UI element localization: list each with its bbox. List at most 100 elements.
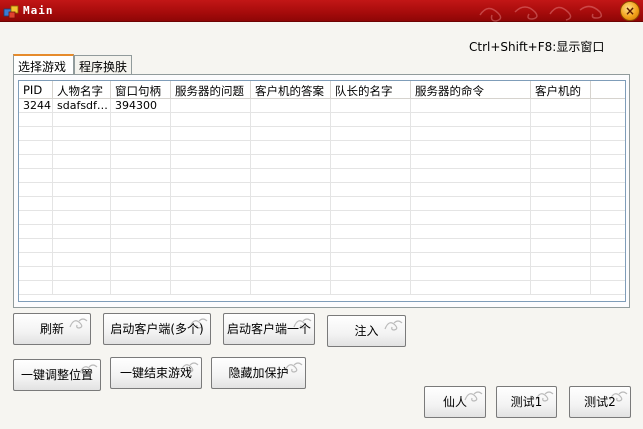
xianren-button[interactable]: 仙人 [424, 386, 486, 418]
test1-button[interactable]: 测试1 [496, 386, 557, 418]
column-header-server-question[interactable]: 服务器的问题 [171, 81, 251, 99]
column-header-character-name[interactable]: 人物名字 [53, 81, 111, 99]
table-cell [331, 211, 411, 225]
table-cell [411, 239, 531, 253]
test2-label: 测试2 [584, 395, 616, 409]
table-cell [111, 169, 171, 183]
start-client-one-button[interactable]: 启动客户端一个 [223, 313, 315, 345]
table-cell [591, 169, 625, 183]
table-row[interactable] [19, 267, 625, 281]
table-cell: 394300 [111, 99, 171, 113]
cloud-pattern-decoration [479, 5, 603, 22]
hide-protect-button[interactable]: 隐藏加保护 [211, 357, 306, 389]
table-cell [251, 155, 331, 169]
table-cell [531, 281, 591, 295]
table-cell [171, 239, 251, 253]
table-cell [591, 211, 625, 225]
table-cell: sdafsdf… [53, 99, 111, 113]
close-icon: × [624, 4, 636, 18]
table-cell [531, 211, 591, 225]
table-row[interactable] [19, 239, 625, 253]
table-cell [531, 267, 591, 281]
adjust-position-button[interactable]: 一键调整位置 [13, 359, 101, 391]
table-cell [591, 113, 625, 127]
table-row[interactable] [19, 169, 625, 183]
table-cell [19, 113, 53, 127]
table-cell [591, 197, 625, 211]
table-cell [53, 239, 111, 253]
table-row[interactable] [19, 281, 625, 295]
table-cell [171, 225, 251, 239]
table-row[interactable] [19, 225, 625, 239]
table-cell [531, 253, 591, 267]
table-row[interactable] [19, 127, 625, 141]
table-row[interactable] [19, 141, 625, 155]
test2-button[interactable]: 测试2 [569, 386, 631, 418]
table-cell [19, 155, 53, 169]
table-cell [411, 169, 531, 183]
column-header-leader-name[interactable]: 队长的名字 [331, 81, 411, 99]
start-clients-multi-button[interactable]: 启动客户端(多个) [103, 313, 211, 345]
table-cell [111, 197, 171, 211]
table-cell [411, 211, 531, 225]
table-cell [19, 281, 53, 295]
table-row[interactable] [19, 183, 625, 197]
refresh-button[interactable]: 刷新 [13, 313, 91, 345]
column-header-blank[interactable] [591, 81, 625, 99]
table-cell [53, 141, 111, 155]
start-client-one-label: 启动客户端一个 [226, 322, 311, 336]
main-window: Main × Ctrl+Shift+F8:显示窗口 选择游戏 程序换肤 PID … [0, 0, 643, 429]
column-header-server-command[interactable]: 服务器的命令 [411, 81, 531, 99]
table-cell [251, 225, 331, 239]
tab-change-skin[interactable]: 程序换肤 [74, 55, 132, 75]
table-row[interactable] [19, 253, 625, 267]
table-cell [53, 253, 111, 267]
game-list-table[interactable]: PID 人物名字 窗口句柄 服务器的问题 客户机的答案 队长的名字 服务器的命令… [18, 80, 626, 302]
end-games-label: 一键结束游戏 [119, 366, 192, 380]
column-header-client-answer[interactable]: 客户机的答案 [251, 81, 331, 99]
table-cell [531, 169, 591, 183]
table-cell [251, 281, 331, 295]
table-cell [53, 225, 111, 239]
table-cell [19, 267, 53, 281]
table-cell [171, 99, 251, 113]
table-cell [411, 253, 531, 267]
table-cell [111, 155, 171, 169]
table-cell [53, 281, 111, 295]
table-row[interactable] [19, 155, 625, 169]
xianren-label: 仙人 [442, 395, 467, 409]
start-clients-multi-label: 启动客户端(多个) [110, 322, 204, 336]
table-cell [411, 281, 531, 295]
end-games-button[interactable]: 一键结束游戏 [110, 357, 202, 389]
table-cell [171, 127, 251, 141]
inject-button[interactable]: 注入 [327, 315, 406, 347]
table-row[interactable] [19, 197, 625, 211]
test1-label: 测试1 [510, 395, 543, 409]
table-cell [591, 253, 625, 267]
column-header-client-extra[interactable]: 客户机的 [531, 81, 591, 99]
table-cell [171, 281, 251, 295]
table-cell [171, 253, 251, 267]
table-row[interactable] [19, 211, 625, 225]
table-cell [111, 267, 171, 281]
table-cell [411, 155, 531, 169]
table-cell [331, 253, 411, 267]
table-cell [531, 183, 591, 197]
refresh-button-label: 刷新 [39, 322, 64, 336]
table-cell [591, 99, 625, 113]
column-header-pid[interactable]: PID [19, 81, 53, 99]
title-bar[interactable]: Main × [0, 0, 643, 22]
table-cell [591, 225, 625, 239]
tab-panel-select-game: PID 人物名字 窗口句柄 服务器的问题 客户机的答案 队长的名字 服务器的命令… [13, 74, 630, 308]
table-cell [331, 267, 411, 281]
table-cell [591, 155, 625, 169]
table-cell [53, 183, 111, 197]
table-row[interactable]: 3244 sdafsdf… 394300 [19, 99, 625, 113]
column-header-window-handle[interactable]: 窗口句柄 [111, 81, 171, 99]
swirl-ornament-icon [69, 318, 88, 329]
close-button[interactable]: × [620, 1, 640, 21]
tab-select-game[interactable]: 选择游戏 [13, 54, 74, 75]
table-cell [591, 141, 625, 155]
table-row[interactable] [19, 113, 625, 127]
table-cell [251, 113, 331, 127]
